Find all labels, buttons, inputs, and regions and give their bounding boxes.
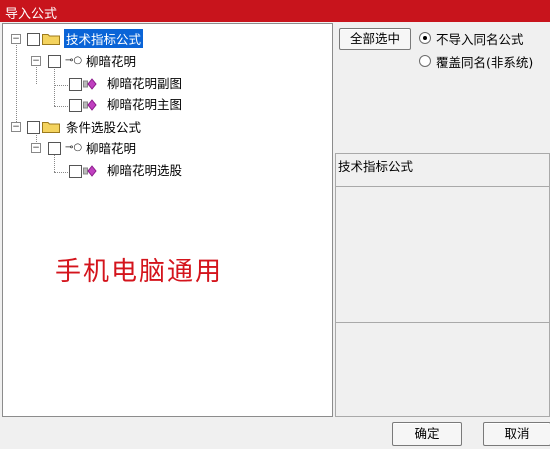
cancel-button[interactable]: 取消: [483, 422, 550, 446]
tree-connector: [16, 39, 17, 126]
indicator-icon: [83, 99, 97, 111]
collapse-icon[interactable]: −: [11, 34, 21, 44]
info-title: 技术指标公式: [338, 159, 414, 174]
group-1-label[interactable]: 技术指标公式: [64, 29, 144, 48]
item-label[interactable]: 柳暗花明选股: [107, 160, 182, 179]
group-1-checkbox[interactable]: [27, 33, 40, 46]
radio-overwrite-label[interactable]: 覆盖同名(非系统): [436, 52, 533, 71]
tree-connector: [54, 152, 55, 172]
item-label[interactable]: 柳暗花明主图: [107, 94, 182, 113]
folder-icon: [42, 122, 60, 133]
tree-connector: [54, 172, 68, 173]
collapse-icon[interactable]: −: [31, 143, 41, 153]
formula-1-label[interactable]: 柳暗花明: [86, 51, 136, 70]
item-label[interactable]: 柳暗花明副图: [107, 73, 182, 92]
collapse-icon[interactable]: −: [11, 122, 21, 132]
title-bar: 导入公式: [0, 0, 550, 22]
item-checkbox[interactable]: [69, 78, 82, 91]
formula-tree[interactable]: − 技术指标公式 − ⊸○ 柳暗花明 柳暗花明副图 柳暗花明主图 − 条件选股公…: [2, 23, 333, 417]
key-icon: ⊸○: [65, 55, 83, 66]
watermark-text: 手机电脑通用: [55, 257, 224, 287]
formula-2-checkbox[interactable]: [48, 142, 61, 155]
formula-info-panel: 技术指标公式: [335, 153, 550, 417]
indicator-icon: [83, 165, 97, 177]
tree-connector: [54, 66, 55, 106]
tree-connector: [54, 106, 68, 107]
radio-skip-label[interactable]: 不导入同名公式: [436, 29, 524, 48]
ok-button[interactable]: 确定: [392, 422, 462, 446]
group-2-label[interactable]: 条件选股公式: [66, 117, 141, 136]
folder-icon: [42, 34, 60, 45]
item-checkbox[interactable]: [69, 99, 82, 112]
tree-connector: [54, 85, 68, 86]
item-checkbox[interactable]: [69, 165, 82, 178]
group-2-checkbox[interactable]: [27, 121, 40, 134]
radio-overwrite-duplicates[interactable]: [419, 55, 431, 67]
formula-1-checkbox[interactable]: [48, 55, 61, 68]
select-all-button[interactable]: 全部选中: [339, 28, 411, 50]
radio-skip-duplicates[interactable]: [419, 32, 431, 44]
formula-2-label[interactable]: 柳暗花明: [86, 138, 136, 157]
info-divider: [336, 186, 549, 187]
indicator-icon: [83, 78, 97, 90]
collapse-icon[interactable]: −: [31, 56, 41, 66]
info-divider: [336, 322, 549, 323]
key-icon: ⊸○: [65, 142, 83, 153]
window-title: 导入公式: [5, 7, 58, 22]
